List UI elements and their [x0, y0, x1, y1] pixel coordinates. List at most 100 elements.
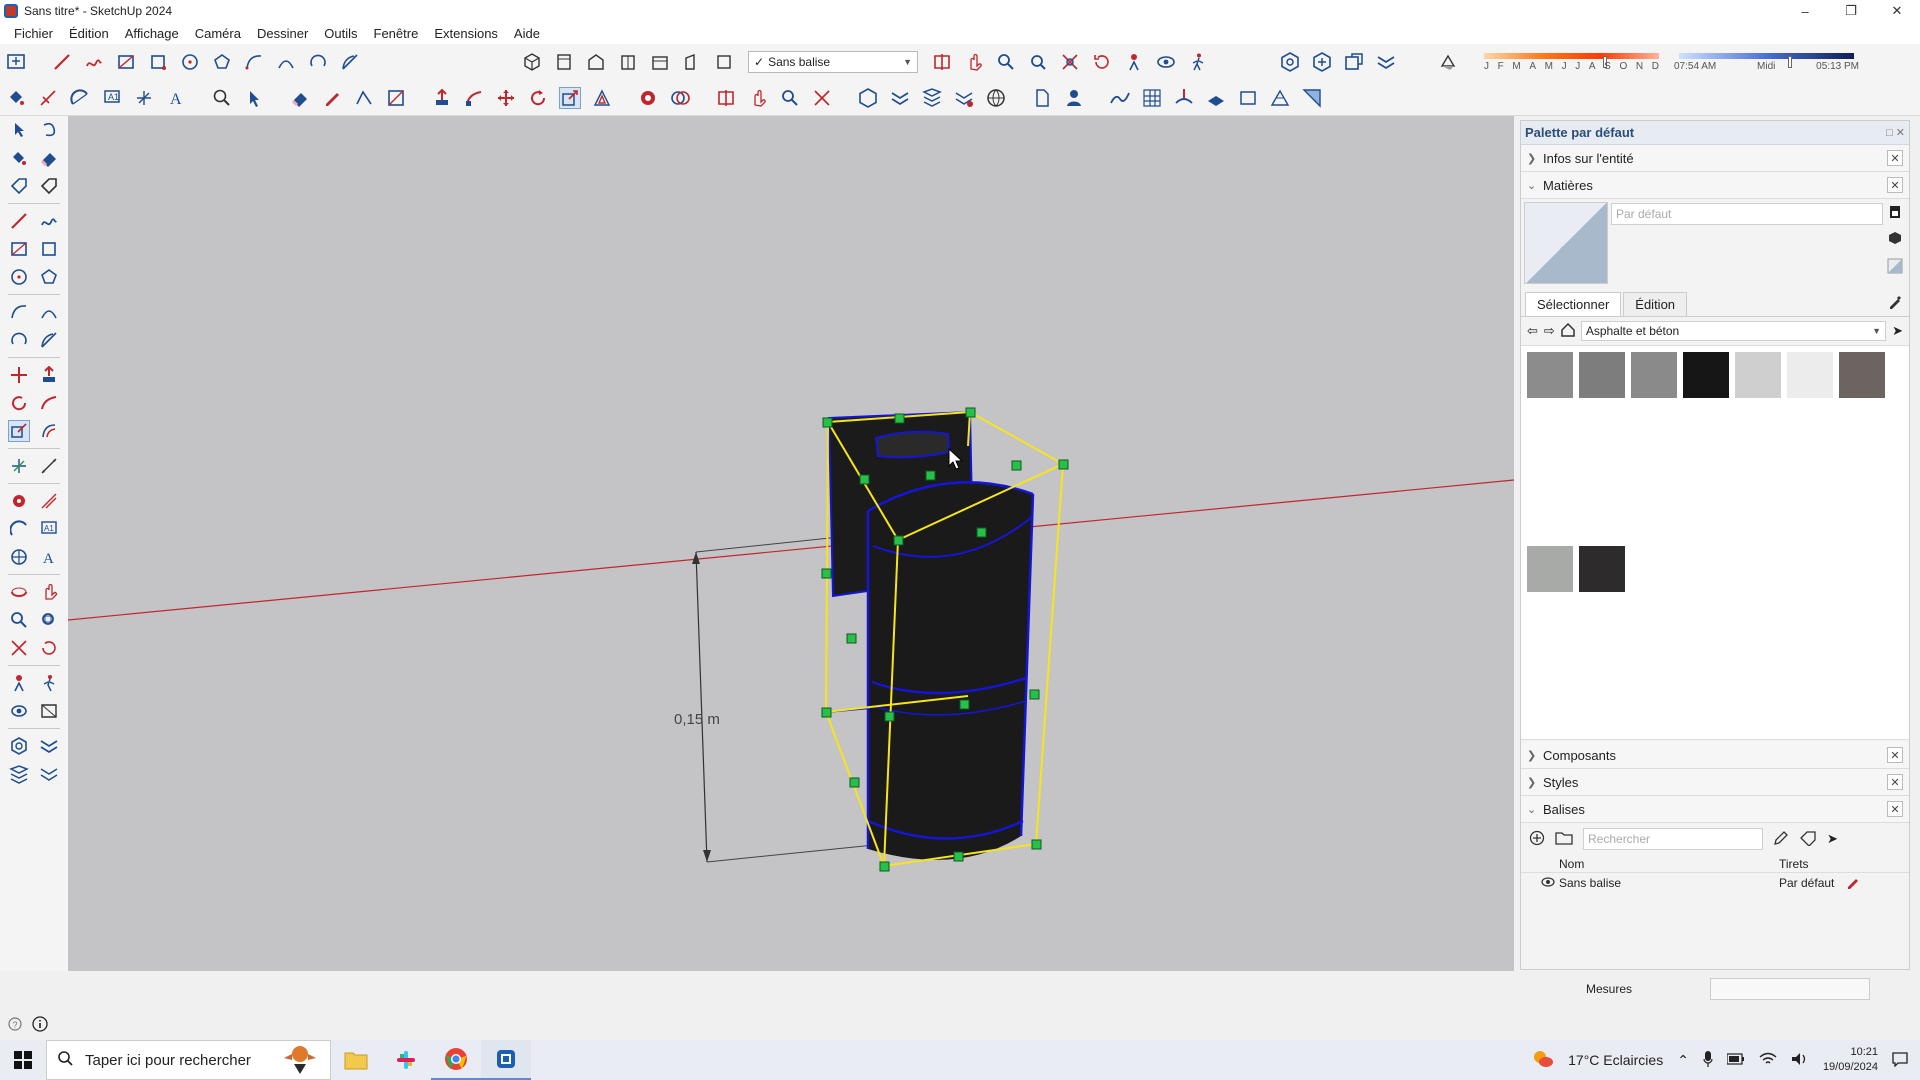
chrome-icon[interactable]	[431, 1040, 481, 1080]
two-point-arc-icon-left[interactable]	[38, 301, 60, 323]
pencil-icon[interactable]	[1773, 830, 1789, 849]
orbit-icon[interactable]	[8, 581, 30, 603]
select-tool-icon-left[interactable]	[8, 119, 30, 141]
measurements-input[interactable]	[1710, 978, 1870, 1000]
freehand-tool-icon-left[interactable]	[38, 210, 60, 232]
rotated-rectangle-icon-left[interactable]	[38, 238, 60, 260]
scale-tool-icon-left[interactable]	[8, 420, 30, 442]
front-view-icon[interactable]	[585, 51, 607, 73]
section-plane-icon[interactable]	[931, 51, 953, 73]
microphone-icon[interactable]	[1703, 1050, 1713, 1070]
zoom-icon[interactable]	[995, 51, 1017, 73]
section-entity-info[interactable]: ❯ Infos sur l'entité ✕	[1521, 145, 1909, 172]
section-components[interactable]: ❯ Composants ✕	[1521, 742, 1909, 769]
3d-text-icon-left[interactable]: A	[38, 546, 60, 568]
close-section-icon[interactable]: ✕	[1887, 747, 1903, 763]
position-camera-icon-left[interactable]	[8, 672, 30, 694]
previous-view-icon[interactable]	[1091, 51, 1113, 73]
material-swatch[interactable]	[1683, 352, 1729, 398]
material-library-select[interactable]: Asphalte et béton ▼	[1580, 321, 1887, 341]
arc-dropdown-icon[interactable]	[353, 87, 375, 109]
move-tool-icon-left[interactable]	[8, 364, 30, 386]
right-view-icon[interactable]	[617, 51, 639, 73]
user-account-icon[interactable]	[1063, 87, 1085, 109]
protractor-icon-left[interactable]	[8, 518, 30, 540]
outer-shell-icon[interactable]	[637, 87, 659, 109]
pan-icon[interactable]	[963, 51, 985, 73]
new-document-icon[interactable]	[1031, 87, 1053, 109]
wifi-icon[interactable]	[1759, 1052, 1777, 1069]
active-pencil-icon[interactable]	[1846, 875, 1860, 892]
share-component-icon[interactable]	[1343, 51, 1365, 73]
file-explorer-icon[interactable]	[331, 1040, 381, 1080]
offset-tool-icon-left[interactable]	[38, 420, 60, 442]
three-point-arc-icon[interactable]	[307, 51, 329, 73]
eye-icon[interactable]	[1541, 876, 1559, 890]
material-swatch[interactable]	[1527, 352, 1573, 398]
tape-measure-icon-left[interactable]	[8, 490, 30, 512]
follow-me-icon[interactable]	[463, 87, 485, 109]
tab-select[interactable]: Sélectionner	[1525, 292, 1622, 316]
move-tool-icon[interactable]	[495, 87, 517, 109]
help-icon[interactable]: ?	[8, 1016, 22, 1034]
paint-bucket-icon-left[interactable]	[8, 147, 30, 169]
extension-warehouse-icon-left[interactable]	[38, 735, 60, 757]
active-tag-select[interactable]: ✓ Sans balise ▼	[748, 51, 918, 73]
axes-icon-left[interactable]	[8, 546, 30, 568]
text-label-icon[interactable]: A1	[101, 87, 123, 109]
freehand-tool-icon[interactable]	[83, 51, 105, 73]
add-folder-icon[interactable]	[1555, 830, 1573, 849]
warehouse-icon-left[interactable]	[8, 735, 30, 757]
create-material-icon[interactable]	[1887, 230, 1903, 249]
menu-extensions[interactable]: Extensions	[426, 26, 506, 41]
home-icon[interactable]	[1561, 322, 1575, 340]
tag-eraser-icon[interactable]	[38, 175, 60, 197]
search-icon[interactable]	[211, 87, 233, 109]
close-section-icon[interactable]: ✕	[1887, 774, 1903, 790]
follow-me-icon-left[interactable]	[38, 392, 60, 414]
section-plane-icon-left[interactable]	[38, 700, 60, 722]
pie-tool-icon-left[interactable]	[38, 329, 60, 351]
battery-icon[interactable]	[1726, 1052, 1745, 1068]
restore-button[interactable]: ❐	[1828, 0, 1874, 22]
zoom-extents-icon-left[interactable]	[8, 637, 30, 659]
minimize-button[interactable]: –	[1782, 0, 1828, 22]
material-swatch[interactable]	[1579, 352, 1625, 398]
text-tool-icon[interactable]: A1	[38, 518, 60, 540]
slack-icon[interactable]	[381, 1040, 431, 1080]
eraser-icon-left[interactable]	[38, 147, 60, 169]
menu-edition[interactable]: Édition	[61, 26, 117, 41]
chevron-up-icon[interactable]: ⌃	[1677, 1052, 1689, 1069]
shadow-month-slider[interactable]	[1484, 53, 1659, 68]
sketchup-taskbar-icon[interactable]	[481, 1040, 531, 1080]
circle-tool-icon-left[interactable]	[8, 266, 30, 288]
rectangle-tool-icon-left[interactable]	[8, 238, 30, 260]
arc-tool-icon-left[interactable]	[8, 301, 30, 323]
add-tag-icon[interactable]	[1529, 830, 1545, 849]
offset-tool-icon[interactable]	[591, 87, 613, 109]
menu-camera[interactable]: Caméra	[187, 26, 249, 41]
layers-icon[interactable]	[889, 87, 911, 109]
tab-edit[interactable]: Édition	[1623, 292, 1688, 316]
sandbox-contours-icon[interactable]	[1109, 87, 1131, 109]
top-view-icon[interactable]	[553, 51, 575, 73]
section-plane-icon-2[interactable]	[715, 87, 737, 109]
drape-icon[interactable]	[1237, 87, 1259, 109]
circle-tool-icon[interactable]	[179, 51, 201, 73]
previous-view-icon-left[interactable]	[38, 637, 60, 659]
extension-warehouse-icon[interactable]	[1375, 51, 1397, 73]
left-view-icon[interactable]	[681, 51, 703, 73]
line-tool-icon-left[interactable]	[8, 210, 30, 232]
material-swatch[interactable]	[1579, 545, 1625, 592]
layers-stack-icon-left[interactable]	[8, 763, 30, 785]
layers-settings-icon-left[interactable]	[38, 763, 60, 785]
section-materials[interactable]: ⌄ Matières ✕	[1521, 172, 1909, 199]
tag-tool-icon[interactable]	[8, 175, 30, 197]
line-tool-icon[interactable]	[51, 51, 73, 73]
flip-edge-icon[interactable]	[1301, 87, 1323, 109]
material-name-field[interactable]: Par défaut	[1611, 203, 1883, 225]
zoom-icon-left[interactable]	[8, 609, 30, 631]
taskbar-search[interactable]: Taper ici pour rechercher	[46, 1040, 331, 1080]
menu-outils[interactable]: Outils	[316, 26, 365, 41]
pie-tool-icon[interactable]	[339, 51, 361, 73]
